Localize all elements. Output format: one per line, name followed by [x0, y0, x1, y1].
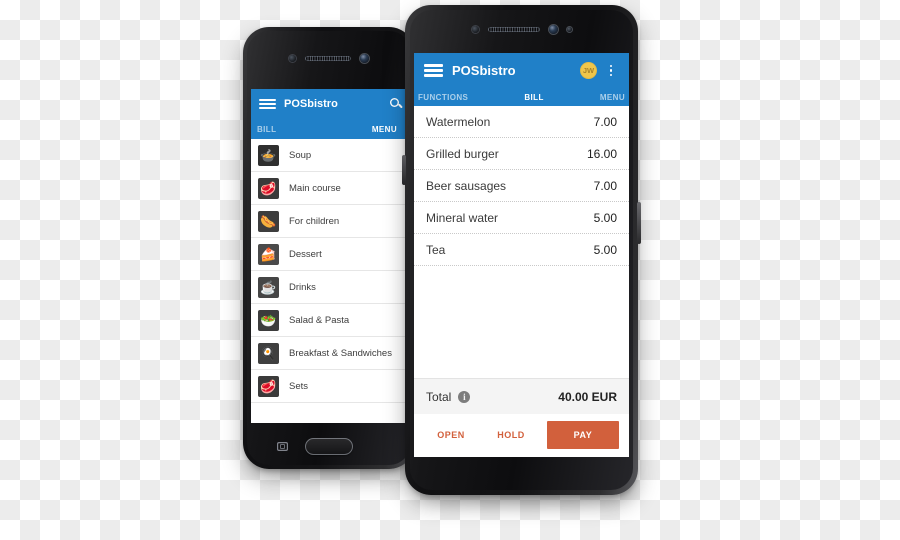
drinks-icon: ☕ — [258, 276, 279, 298]
back-app-bar: POSbistro — [251, 89, 411, 119]
pay-button[interactable]: PAY — [547, 421, 619, 449]
bill-row[interactable]: Tea 5.00 — [414, 234, 629, 266]
bill-item-name: Beer sausages — [426, 178, 507, 193]
avatar[interactable]: JW — [580, 62, 597, 79]
menu-list-item-label: Sets — [289, 380, 309, 392]
menu-list-item-label: Soup — [289, 149, 312, 161]
back-phone-device: POSbistro BILL MENU 🍲 Soup 🥩 Main course 🌭 Fo… — [243, 27, 415, 469]
menu-list-item[interactable]: 🌭 For children — [251, 205, 411, 238]
bill-item-price: 5.00 — [593, 210, 617, 225]
front-camera-icon — [548, 24, 558, 34]
menu-list-item-label: Drinks — [289, 281, 316, 293]
total-label: Total — [426, 389, 452, 404]
hold-button[interactable]: HOLD — [484, 430, 538, 440]
scene: POSbistro BILL MENU 🍲 Soup 🥩 Main course 🌭 Fo… — [0, 0, 900, 540]
volume-button[interactable] — [402, 155, 406, 185]
front-tab-bar: FUNCTIONS BILL MENU — [414, 88, 629, 106]
bill-item-name: Tea — [426, 242, 446, 257]
menu-list-item-label: For children — [289, 215, 340, 227]
bill-item-name: Grilled burger — [426, 146, 499, 161]
back-phone-top-bezel — [243, 27, 415, 89]
menu-drawer-icon[interactable] — [424, 61, 443, 79]
bill-empty-space — [414, 266, 629, 378]
action-bar: OPEN HOLD PAY — [414, 414, 629, 456]
back-app-title: POSbistro — [284, 98, 338, 110]
menu-category-list: 🍲 Soup 🥩 Main course 🌭 For children 🍰 Dessert ☕ D… — [251, 139, 411, 403]
menu-list-item[interactable]: 🥗 Salad & Pasta — [251, 304, 411, 337]
overflow-menu-icon[interactable] — [603, 63, 619, 79]
soup-icon: 🍲 — [258, 144, 279, 166]
front-app-bar: POSbistro JW — [414, 53, 629, 88]
bill-item-price: 5.00 — [593, 242, 617, 257]
bill-item-name: Mineral water — [426, 210, 499, 225]
open-button[interactable]: OPEN — [424, 430, 478, 440]
back-tab-bar: BILL MENU — [251, 119, 411, 139]
menu-list-item[interactable]: 🍳 Breakfast & Sandwiches — [251, 337, 411, 370]
front-phone-top-bezel — [405, 5, 638, 53]
front-phone-bottom-bezel — [405, 457, 638, 495]
power-button[interactable] — [637, 202, 641, 244]
total-row: Total i 40.00 EUR — [414, 378, 629, 414]
front-phone-screen: POSbistro JW FUNCTIONS BILL MENU Waterme… — [414, 53, 629, 457]
menu-list-item[interactable]: 🥩 Main course — [251, 172, 411, 205]
bill-row[interactable]: Grilled burger 16.00 — [414, 138, 629, 170]
main-course-icon: 🥩 — [258, 177, 279, 199]
menu-list-item[interactable]: 🍰 Dessert — [251, 238, 411, 271]
tab-bill[interactable]: BILL — [524, 93, 543, 102]
sets-icon: 🥩 — [258, 375, 279, 397]
front-phone-device: POSbistro JW FUNCTIONS BILL MENU Waterme… — [402, 5, 641, 495]
menu-list-item-label: Main course — [289, 182, 341, 194]
bill-item-price: 7.00 — [593, 178, 617, 193]
proximity-sensor-icon — [471, 25, 479, 33]
bill-row[interactable]: Mineral water 5.00 — [414, 202, 629, 234]
menu-list-item-label: Breakfast & Sandwiches — [289, 347, 392, 359]
search-icon[interactable] — [390, 98, 403, 111]
bill-item-price: 16.00 — [586, 146, 617, 161]
bill-row[interactable]: Watermelon 7.00 — [414, 106, 629, 138]
earpiece-speaker-icon — [305, 55, 351, 61]
menu-list-item[interactable]: ☕ Drinks — [251, 271, 411, 304]
front-app-title: POSbistro — [452, 63, 516, 78]
info-icon[interactable]: i — [458, 390, 471, 403]
tab-menu[interactable]: MENU — [600, 93, 625, 102]
menu-list-item[interactable]: 🥩 Sets — [251, 370, 411, 403]
bill-item-list: Watermelon 7.00 Grilled burger 16.00 Beer sa… — [414, 106, 629, 266]
menu-list-item-label: Dessert — [289, 248, 322, 260]
total-value: 40.00 EUR — [558, 389, 617, 404]
bill-item-price: 7.00 — [593, 114, 617, 129]
back-tab-menu[interactable]: MENU — [372, 125, 397, 134]
for-children-icon: 🌭 — [258, 210, 279, 232]
breakfast-sandwiches-icon: 🍳 — [258, 342, 279, 364]
back-phone-screen: POSbistro BILL MENU 🍲 Soup 🥩 Main course 🌭 Fo… — [251, 89, 411, 423]
proximity-sensor-icon — [289, 54, 296, 62]
menu-drawer-icon[interactable] — [259, 96, 276, 112]
earpiece-speaker-icon — [487, 26, 540, 32]
back-phone-bottom-bezel — [243, 423, 415, 469]
home-button[interactable] — [305, 437, 353, 455]
back-tab-bill[interactable]: BILL — [257, 125, 276, 134]
bill-item-name: Watermelon — [426, 114, 491, 129]
front-camera-icon — [360, 53, 369, 63]
dessert-icon: 🍰 — [258, 243, 279, 265]
salad-pasta-icon: 🥗 — [258, 309, 279, 331]
menu-list-item-label: Salad & Pasta — [289, 314, 350, 326]
menu-list-item[interactable]: 🍲 Soup — [251, 139, 411, 172]
bill-row[interactable]: Beer sausages 7.00 — [414, 170, 629, 202]
tab-functions[interactable]: FUNCTIONS — [418, 93, 468, 102]
recents-icon[interactable] — [277, 442, 288, 451]
light-sensor-icon — [566, 26, 572, 32]
